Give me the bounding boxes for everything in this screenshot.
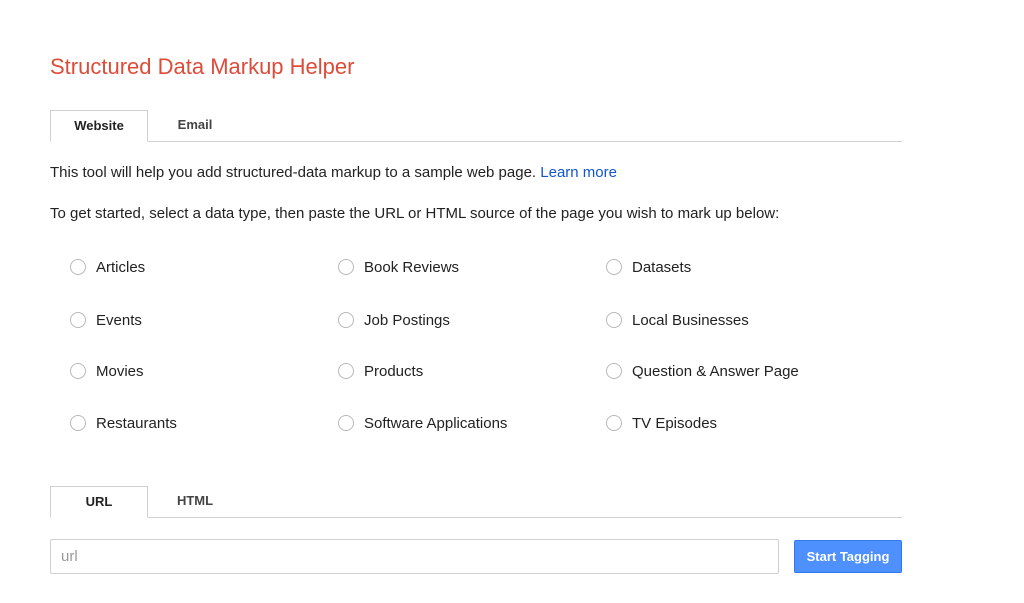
url-input[interactable] [50,539,779,574]
data-type-option[interactable]: TV Episodes [606,412,717,434]
data-type-label: Question & Answer Page [632,362,799,380]
page-title: Structured Data Markup Helper [50,54,355,79]
radio-button[interactable] [70,363,86,379]
tab-url[interactable]: URL [50,486,148,518]
radio-button[interactable] [606,312,622,328]
radio-button[interactable] [606,415,622,431]
data-type-label: Articles [96,258,146,276]
data-type-option[interactable]: Restaurants [70,412,177,434]
data-type-label: Local Businesses [632,311,749,329]
instructions-text: To get started, select a data type, then… [50,205,780,222]
radio-button[interactable] [338,415,354,431]
data-type-option[interactable]: Events [70,309,142,331]
radio-button[interactable] [70,415,86,431]
data-type-option[interactable]: Job Postings [338,309,450,331]
radio-button[interactable] [606,363,622,379]
data-type-option[interactable]: Software Applications [338,412,507,434]
data-type-label: Book Reviews [364,258,460,276]
data-type-label: Restaurants [96,414,177,432]
start-tagging-button[interactable]: Start Tagging [794,540,902,573]
data-type-option[interactable]: Datasets [606,256,691,278]
radio-button[interactable] [70,312,86,328]
data-type-option[interactable]: Book Reviews [338,256,459,278]
tab-website[interactable]: Website [50,110,148,142]
data-type-label: Events [96,311,142,329]
radio-button[interactable] [606,259,622,275]
radio-button[interactable] [338,312,354,328]
source-tabs: Website Email [50,110,902,142]
data-type-label: Products [364,362,424,380]
input-tabs: URL HTML [50,486,902,518]
data-type-option[interactable]: Movies [70,360,144,382]
data-type-option[interactable]: Articles [70,256,145,278]
data-type-option[interactable]: Local Businesses [606,309,749,331]
radio-button[interactable] [70,259,86,275]
tab-html[interactable]: HTML [148,486,242,516]
data-type-label: Job Postings [364,311,450,329]
data-type-label: Software Applications [364,414,508,432]
data-type-label: Movies [96,362,144,380]
data-type-label: Datasets [632,258,692,276]
data-type-label: TV Episodes [632,414,718,432]
markup-helper-page: Structured Data Markup Helper Website Em… [0,0,1024,603]
intro-text: This tool will help you add structured-d… [50,163,617,183]
radio-button[interactable] [338,363,354,379]
data-type-option[interactable]: Question & Answer Page [606,360,799,382]
learn-more-link[interactable]: Learn more [540,164,617,181]
data-type-option[interactable]: Products [338,360,423,382]
radio-button[interactable] [338,259,354,275]
intro-sentence: This tool will help you add structured-d… [50,164,537,181]
tab-email[interactable]: Email [148,110,242,140]
